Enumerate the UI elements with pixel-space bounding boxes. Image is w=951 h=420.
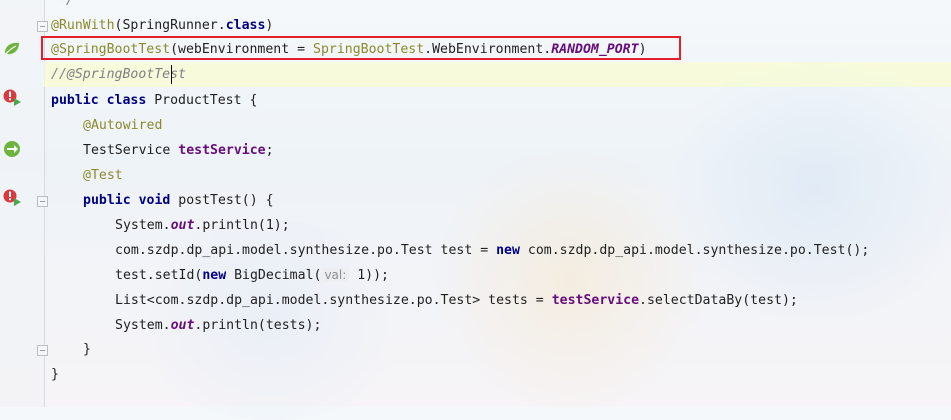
code-token: } bbox=[51, 367, 59, 382]
code-token: test.setId( bbox=[115, 268, 203, 283]
code-line-15[interactable]: } bbox=[0, 362, 951, 387]
code-token: System. bbox=[115, 318, 171, 333]
code-line-11[interactable]: test.setId(new BigDecimal(val: 1)); bbox=[0, 263, 951, 288]
code-token: TestService bbox=[83, 143, 179, 158]
code-line-9[interactable]: System.out.println(1); bbox=[0, 213, 951, 238]
code-line-5[interactable]: @Autowired bbox=[0, 113, 951, 138]
code-token: System. bbox=[115, 218, 171, 233]
code-token: //@SpringBootTest bbox=[51, 67, 186, 82]
code-token: .println(1); bbox=[194, 218, 290, 233]
code-token: public bbox=[51, 93, 107, 108]
parameter-hint: val: bbox=[321, 268, 350, 282]
code-line-0[interactable]: */ bbox=[0, 0, 951, 13]
code-token: public bbox=[83, 193, 139, 208]
code-line-6[interactable]: TestService testService; bbox=[0, 138, 951, 163]
code-token: ProductTest { bbox=[154, 93, 258, 108]
code-line-7[interactable]: @Test bbox=[0, 163, 951, 188]
code-token: */ bbox=[58, 0, 74, 8]
code-token: @Test bbox=[83, 168, 123, 183]
code-line-10[interactable]: com.szdp.dp_api.model.synthesize.po.Test… bbox=[0, 238, 951, 263]
code-token: (SpringRunner. bbox=[114, 18, 226, 33]
code-token: } bbox=[83, 342, 91, 357]
code-line-14[interactable]: } bbox=[0, 337, 951, 362]
highlight-box bbox=[41, 36, 681, 60]
code-line-12[interactable]: List<com.szdp.dp_api.model.synthesize.po… bbox=[0, 288, 951, 313]
code-token: testService bbox=[551, 293, 640, 308]
code-token: .selectDataBy(test); bbox=[639, 293, 798, 308]
code-token: BigDecimal( bbox=[234, 268, 322, 283]
code-token: @Autowired bbox=[83, 118, 163, 133]
code-line-8[interactable]: public void postTest() { bbox=[0, 188, 951, 213]
code-token: new bbox=[496, 243, 528, 258]
code-token: @RunWith bbox=[51, 18, 115, 33]
code-token: testService bbox=[178, 143, 266, 158]
code-token: out bbox=[170, 318, 195, 333]
code-token: postTest() { bbox=[178, 193, 274, 208]
text-caret bbox=[171, 65, 172, 84]
code-token: new bbox=[202, 268, 235, 283]
code-line-3[interactable]: //@SpringBootTest bbox=[44, 62, 951, 87]
code-token: class bbox=[106, 93, 155, 108]
code-token: 1)); bbox=[349, 268, 389, 283]
code-token: ) bbox=[265, 18, 274, 33]
code-token: com.szdp.dp_api.model.synthesize.po.Test… bbox=[527, 243, 870, 258]
code-token: com.szdp.dp_api.model.synthesize.po.Test… bbox=[115, 243, 497, 258]
code-line-13[interactable]: System.out.println(tests); bbox=[0, 313, 951, 338]
code-token: List<com.szdp.dp_api.model.synthesize.po… bbox=[115, 293, 552, 308]
code-line-1[interactable]: @RunWith(SpringRunner.class) bbox=[0, 13, 951, 38]
code-token: .println(tests); bbox=[194, 318, 322, 333]
code-token: void bbox=[138, 193, 179, 208]
code-line-4[interactable]: public class ProductTest { bbox=[0, 88, 951, 113]
code-token: out bbox=[170, 218, 195, 233]
code-token: class bbox=[225, 18, 266, 33]
code-token: ; bbox=[265, 143, 274, 158]
